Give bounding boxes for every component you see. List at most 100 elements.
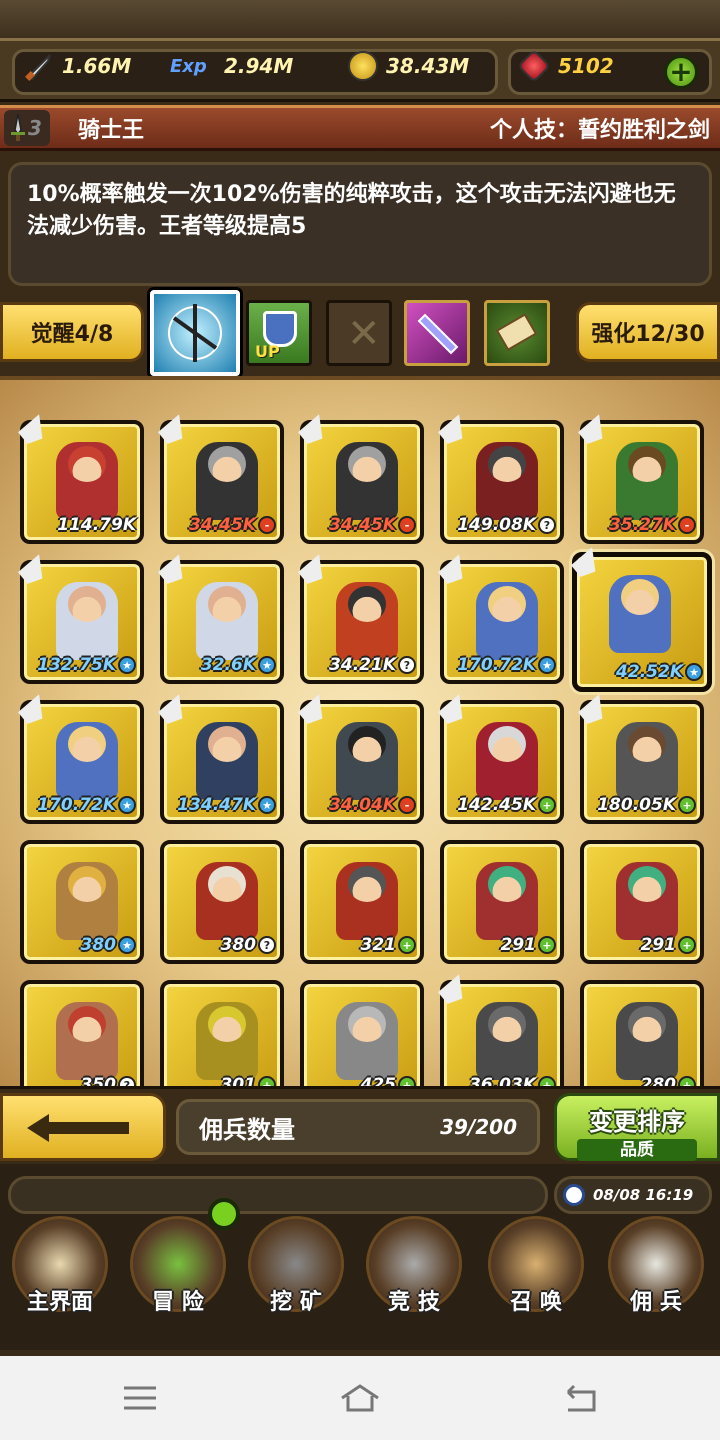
mercenary-card[interactable]: 36.03K + — [440, 980, 564, 1086]
portrait-head — [208, 866, 246, 902]
nav-island[interactable]: 冒 险 — [122, 1214, 234, 1324]
sword-rank-icon — [11, 113, 25, 141]
portrait-head — [488, 586, 526, 622]
power-value: 114.79K — [57, 515, 136, 535]
mercenary-card[interactable]: 132.75K ★ — [20, 560, 144, 684]
attack-resource: 1.66M — [24, 53, 132, 81]
mercenary-card[interactable]: 34.21K? — [300, 560, 424, 684]
power-label: 32.6K ★ — [168, 654, 276, 676]
exp-resource: Exp 2.94M — [170, 53, 293, 79]
mercenary-card[interactable]: 380? — [160, 840, 284, 964]
skill-slot-2[interactable]: UP — [246, 300, 312, 366]
sort-button[interactable]: 变更排序 品质 — [554, 1093, 720, 1161]
nav-map-scroll[interactable]: 主界面 — [4, 1214, 116, 1324]
gem-resource: 5102 — [517, 49, 614, 83]
mercenary-card[interactable]: 35.27K - — [580, 420, 704, 544]
mercenary-card[interactable]: 380 ★ — [20, 840, 144, 964]
new-flag-icon — [155, 694, 188, 725]
element-mark-icon: - — [678, 516, 696, 534]
mercenary-portrait — [56, 442, 118, 520]
mercenary-card[interactable]: 34.45K - — [300, 420, 424, 544]
mercenary-card[interactable]: 291 + — [580, 840, 704, 964]
portrait-head — [208, 446, 246, 482]
add-gems-button[interactable]: + — [664, 55, 698, 89]
element-mark-icon: ★ — [258, 656, 276, 674]
element-mark-icon: + — [538, 1076, 556, 1086]
power-label: 149.08K? — [448, 514, 556, 536]
mercenary-card[interactable]: 280 + — [580, 980, 704, 1086]
element-mark-icon: ★ — [118, 796, 136, 814]
sort-mode: 品质 — [577, 1139, 697, 1161]
message-bar[interactable] — [8, 1176, 548, 1214]
mercenary-card[interactable]: 142.45K + — [440, 700, 564, 824]
portrait-head — [628, 1006, 666, 1042]
mercenary-card[interactable]: 134.47K ★ — [160, 700, 284, 824]
element-mark-icon: - — [398, 516, 416, 534]
portrait-head — [208, 1006, 246, 1042]
new-flag-icon — [15, 694, 48, 725]
mercenary-card[interactable]: 170.72K ★ — [20, 700, 144, 824]
mercenary-card[interactable]: 180.05K + — [580, 700, 704, 824]
mercenary-card[interactable]: 42.52K ★ — [572, 552, 712, 692]
mercenary-card[interactable]: 301 + — [160, 980, 284, 1086]
clock-icon — [563, 1184, 585, 1206]
skill-slot-selected[interactable] — [150, 290, 240, 376]
new-flag-icon — [435, 414, 468, 445]
awaken-button[interactable]: 觉醒4/8 — [0, 302, 144, 362]
mercenary-card[interactable]: 34.04K - — [300, 700, 424, 824]
skill-slot-5[interactable] — [484, 300, 550, 366]
power-label: 114.79K — [28, 514, 136, 536]
attack-value: 1.66M — [62, 54, 132, 78]
mercenary-portrait — [336, 1002, 398, 1080]
power-value: 34.45K — [329, 515, 396, 535]
power-label: 350? — [28, 1074, 136, 1086]
menu-icon — [124, 1386, 156, 1410]
mercenary-card[interactable]: 149.08K? — [440, 420, 564, 544]
power-label: 280 + — [588, 1074, 696, 1086]
mercenary-card[interactable]: 291 + — [440, 840, 564, 964]
home-button[interactable] — [338, 1382, 379, 1414]
mercenary-card[interactable]: 114.79K — [20, 420, 144, 544]
mercenary-card[interactable]: 170.72K ★ — [440, 560, 564, 684]
up-label: UP — [255, 342, 280, 361]
nav-scroll[interactable]: 召 唤 — [480, 1214, 592, 1324]
scroll-skill-icon — [495, 313, 538, 352]
new-flag-icon — [295, 694, 328, 725]
portrait-head — [628, 726, 666, 762]
skill-slot-4[interactable] — [404, 300, 470, 366]
portrait-head — [348, 1006, 386, 1042]
nav-pickaxe[interactable]: 挖 矿 — [240, 1214, 352, 1324]
blade-icon — [417, 313, 459, 355]
mercenary-card[interactable]: 350? — [20, 980, 144, 1086]
gem-value: 5102 — [558, 54, 614, 78]
menu-button[interactable] — [120, 1382, 160, 1414]
portrait-head — [628, 866, 666, 902]
portrait-head — [348, 866, 386, 902]
mercenary-portrait — [196, 1002, 258, 1080]
exp-icon: Exp — [170, 55, 207, 77]
mercenary-card[interactable]: 32.6K ★ — [160, 560, 284, 684]
back-system-button[interactable] — [560, 1382, 600, 1414]
mercenary-portrait — [476, 582, 538, 660]
back-button[interactable] — [0, 1093, 166, 1161]
mercenary-portrait — [476, 1002, 538, 1080]
power-value: 170.72K — [457, 655, 536, 675]
count-value: 39/200 — [440, 1115, 517, 1139]
power-label: 170.72K ★ — [448, 654, 556, 676]
mercenary-portrait — [616, 442, 678, 520]
mercenary-portrait — [336, 582, 398, 660]
element-mark-icon: ★ — [118, 656, 136, 674]
enhance-button[interactable]: 强化12/30 — [576, 302, 720, 362]
skill-slot-locked[interactable]: ✕ — [326, 300, 392, 366]
mercenary-portrait — [616, 1002, 678, 1080]
nav-crossed-swords[interactable]: 竞 技 — [358, 1214, 470, 1324]
mercenary-card[interactable]: 425 + — [300, 980, 424, 1086]
new-flag-icon — [575, 694, 608, 725]
nav-tent[interactable]: 佣 兵 — [600, 1214, 712, 1324]
mercenary-card[interactable]: 34.45K - — [160, 420, 284, 544]
power-label: 42.52K ★ — [581, 661, 703, 683]
new-flag-icon — [435, 554, 468, 585]
mercenary-card[interactable]: 321 + — [300, 840, 424, 964]
element-mark-icon: ★ — [685, 663, 703, 681]
gold-coin-icon — [348, 51, 378, 81]
